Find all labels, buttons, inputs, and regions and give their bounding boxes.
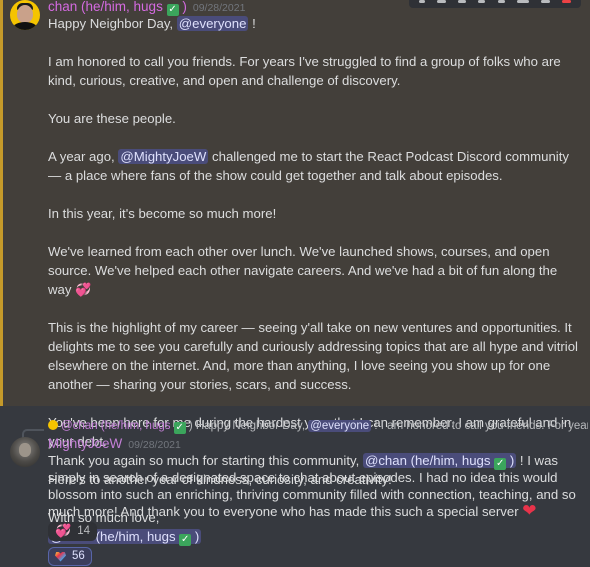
paragraph-4: In this year, it's become so much more! (48, 206, 277, 221)
paragraph-1: I am honored to call you friends. For ye… (48, 54, 561, 88)
paragraph-3: A year ago, @MightyJoeW challenged me to… (48, 149, 569, 183)
reaction-count: 56 (72, 550, 85, 562)
heart-ribbon-icon: 💞 (55, 522, 72, 538)
check-mark-icon: ✓ (494, 458, 507, 470)
reaction-rainbow-heart[interactable]: 56 (48, 547, 92, 566)
mention-everyone[interactable]: @everyone (176, 16, 249, 31)
reaction-heart-ribbon[interactable]: 💞 14 (48, 521, 97, 541)
rainbow-heart-icon (55, 551, 66, 562)
reaction-count: 14 (77, 524, 90, 537)
two-hearts-icon: 💞 (75, 282, 92, 297)
mention-everyone: @everyone (308, 420, 372, 432)
timestamp: 09/28/2021 (128, 439, 181, 451)
avatar-mightyjoew[interactable] (10, 437, 40, 467)
avatar-chan[interactable] (10, 0, 40, 30)
reply-preview[interactable]: @chan (he/him, hugs ✓ ) Happy Neighbor D… (48, 420, 588, 434)
mention-chan[interactable]: @chan (he/him, hugs ✓ ) (362, 453, 517, 470)
username-mightyjoew[interactable]: MightyJoeW (48, 436, 122, 453)
paragraph-5: We've learned from each other over lunch… (48, 244, 558, 297)
mention-mightyjoew[interactable]: @MightyJoeW (118, 149, 209, 164)
paragraph-6: This is the highlight of my career — see… (48, 320, 578, 392)
message-header: chan (he/him, hugs ✓ ) 09/28/2021 (48, 0, 583, 16)
message-header: MightyJoeW 09/28/2021 (48, 436, 583, 453)
red-heart-icon: ❤ (522, 501, 537, 520)
reply-avatar-chan (48, 420, 58, 430)
check-mark-icon: ✓ (173, 422, 186, 434)
paragraph-2: You are these people. (48, 111, 176, 126)
message-text: Thank you again so much for starting thi… (48, 453, 576, 520)
greeting-line: Happy Neighbor Day, @everyone ! (48, 16, 256, 31)
